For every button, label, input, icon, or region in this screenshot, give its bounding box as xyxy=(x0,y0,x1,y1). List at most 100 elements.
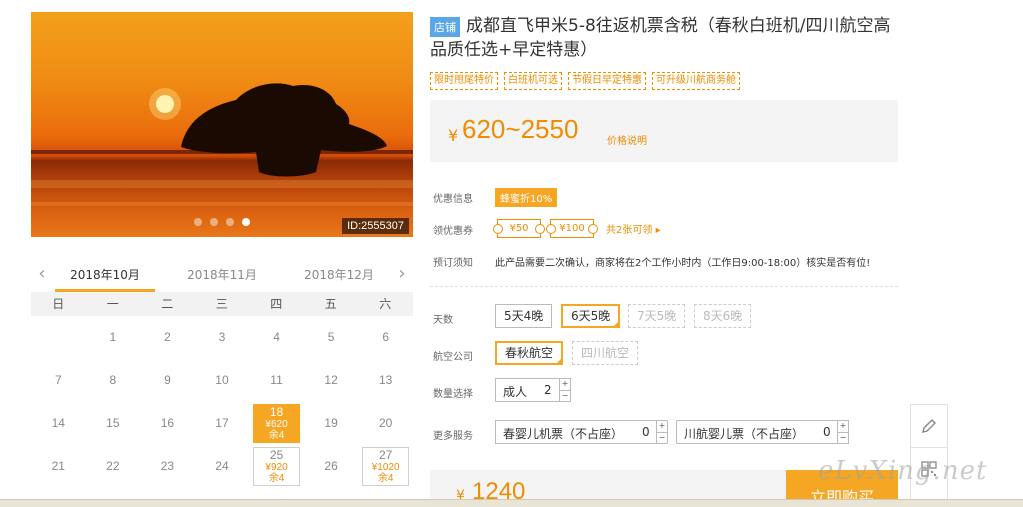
calendar-day: 4 xyxy=(249,316,304,359)
calendar-day-number: 2 xyxy=(164,330,171,344)
calendar-day-available[interactable]: 27 ¥1020 余4 xyxy=(362,447,409,486)
feature-badges: 限时甩尾特价 白班机可选 节假日早定特惠 可升级川航商务舱 xyxy=(430,72,740,90)
airline-label: 航空公司 xyxy=(433,352,473,363)
decrement-icon[interactable]: − xyxy=(560,390,570,401)
notice-label: 预订须知 xyxy=(433,258,473,269)
calendar-day-number: 25 xyxy=(269,448,284,462)
discount-tag: 蜂蜜折10% xyxy=(495,188,558,207)
days-option-8d6n[interactable]: 8天6晚 xyxy=(694,304,752,328)
slide-dot[interactable] xyxy=(226,218,234,226)
calendar-day-number: 19 xyxy=(324,416,338,430)
calendar-day: 23 xyxy=(140,445,195,488)
calendar-day: 11 xyxy=(249,359,304,402)
days-option-7d5n[interactable]: 7天5晚 xyxy=(628,304,686,328)
calendar-day: 10 xyxy=(195,359,250,402)
calendar-day-number: 26 xyxy=(324,459,338,473)
airline-option-spring[interactable]: 春秋航空 xyxy=(495,341,564,365)
calendar-day-number: 18 xyxy=(269,405,284,419)
adult-quantity-value[interactable]: 2 xyxy=(544,383,552,397)
calendar-day: 15 xyxy=(86,402,141,445)
calendar-day-number: 17 xyxy=(215,416,229,430)
calendar-day-number: 27 xyxy=(378,448,393,462)
calendar-day: 21 xyxy=(31,445,86,488)
slide-dot[interactable] xyxy=(210,218,218,226)
sichuan-infant-ticket-stepper[interactable]: 川航婴儿票（不占座） 0 + − xyxy=(676,420,849,444)
calendar-day-number: 7 xyxy=(54,373,62,387)
price-currency: ¥ xyxy=(448,126,459,145)
stepper-buttons: + − xyxy=(837,421,848,443)
calendar-day-number: 22 xyxy=(106,459,120,473)
stepper-buttons: + − xyxy=(559,379,570,401)
calendar-day-number: 21 xyxy=(51,459,65,473)
calendar-day: 1 xyxy=(86,316,141,359)
days-option-5d4n[interactable]: 5天4晚 xyxy=(495,304,553,328)
coupon-50[interactable]: ¥50 xyxy=(493,219,545,238)
decrement-icon[interactable]: − xyxy=(657,432,667,443)
departure-calendar: ‹ 2018年10月 2018年11月 2018年12月 › 日 一 二 三 四… xyxy=(31,258,413,507)
month-tab-nov[interactable]: 2018年11月 xyxy=(172,258,272,292)
calendar-day-number: 23 xyxy=(160,459,175,473)
coupon-100[interactable]: ¥100 xyxy=(546,219,598,238)
days-option-6d5n[interactable]: 6天5晚 xyxy=(561,304,621,328)
chevron-left-icon[interactable]: ‹ xyxy=(35,264,49,284)
chevron-right-icon[interactable]: › xyxy=(395,264,409,284)
weekday-mon: 一 xyxy=(106,297,119,311)
increment-icon[interactable]: + xyxy=(657,421,667,432)
product-header: 店铺 成都直飞甲米5-8往返机票含税（春秋白班机/四川航空高品质任选+早定特惠） xyxy=(430,14,900,62)
calendar-day-stock: 余4 xyxy=(377,473,394,484)
slide-dot[interactable] xyxy=(194,218,202,226)
month-tab-oct[interactable]: 2018年10月 xyxy=(55,258,155,292)
coupon-more-text: 共2张可领 xyxy=(606,225,653,236)
calendar-day: 2 xyxy=(140,316,195,359)
calendar-day: 12 xyxy=(304,359,359,402)
product-photo[interactable]: ID:2555307 xyxy=(31,12,413,237)
edit-icon[interactable] xyxy=(911,405,947,447)
feature-badge: 限时甩尾特价 xyxy=(430,72,498,90)
calendar-day: 17 xyxy=(195,402,250,445)
increment-icon[interactable]: + xyxy=(838,421,848,432)
month-tab-dec[interactable]: 2018年12月 xyxy=(289,258,389,292)
spring-infant-ticket-stepper[interactable]: 春婴儿机票（不占座） 0 + − xyxy=(495,420,668,444)
adult-quantity-stepper[interactable]: 成人 2 + − xyxy=(495,378,571,402)
os-taskbar xyxy=(0,499,1023,507)
coupon-more-link[interactable]: 共2张可领 ▸ xyxy=(606,221,661,236)
slide-dots xyxy=(194,218,250,226)
sichuan-infant-ticket-value[interactable]: 0 xyxy=(823,425,831,439)
calendar-day: 22 xyxy=(86,445,141,488)
quantity-label: 数量选择 xyxy=(433,389,473,400)
slide-dot-active[interactable] xyxy=(242,218,250,226)
decrement-icon[interactable]: − xyxy=(838,432,848,443)
feature-badge: 白班机可选 xyxy=(504,72,562,90)
spring-infant-ticket-value[interactable]: 0 xyxy=(642,425,650,439)
month-tabs: 2018年10月 2018年11月 2018年12月 xyxy=(55,258,389,292)
calendar-day-number: 15 xyxy=(106,416,120,430)
spring-infant-ticket-label: 春婴儿机票（不占座） xyxy=(503,427,624,441)
calendar-day-number: 20 xyxy=(378,416,393,430)
calendar-day-available[interactable]: 25 ¥920 余4 xyxy=(253,447,300,486)
calendar-day-available[interactable]: 18 ¥620 余4 xyxy=(253,404,300,443)
airline-option-sichuan[interactable]: 四川航空 xyxy=(572,341,639,365)
calendar-day: 8 xyxy=(86,359,141,402)
notice-text: 此产品需要二次确认，商家将在2个工作小时内（工作日9:00-18:00）核实是否… xyxy=(495,258,871,269)
calendar-day-number: 9 xyxy=(164,373,171,387)
calendar-day-number: 3 xyxy=(218,330,226,344)
calendar-day-number: 4 xyxy=(273,330,280,344)
calendar-day: 16 xyxy=(140,402,195,445)
site-watermark: eLvXing.net xyxy=(818,456,988,486)
calendar-day: 7 xyxy=(31,359,86,402)
price-box: ¥ 620~2550 价格说明 xyxy=(430,100,898,162)
calendar-day xyxy=(31,316,86,359)
calendar-day-stock: 余4 xyxy=(268,430,285,441)
product-title: 成都直飞甲米5-8往返机票含税（春秋白班机/四川航空高品质任选+早定特惠） xyxy=(430,16,891,60)
calendar-day: 24 xyxy=(195,445,250,488)
calendar-day-number: 13 xyxy=(378,373,393,387)
increment-icon[interactable]: + xyxy=(560,379,570,390)
discount-label: 优惠信息 xyxy=(433,194,473,205)
sunset-scene xyxy=(31,83,413,206)
price-explain-link[interactable]: 价格说明 xyxy=(607,132,647,147)
weekday-fri: 五 xyxy=(324,297,337,311)
weekday-sun: 日 xyxy=(52,297,65,311)
calendar-day-number: 5 xyxy=(327,330,335,344)
calendar-day-stock: 余4 xyxy=(268,473,285,484)
calendar-day-number: 6 xyxy=(382,330,389,344)
